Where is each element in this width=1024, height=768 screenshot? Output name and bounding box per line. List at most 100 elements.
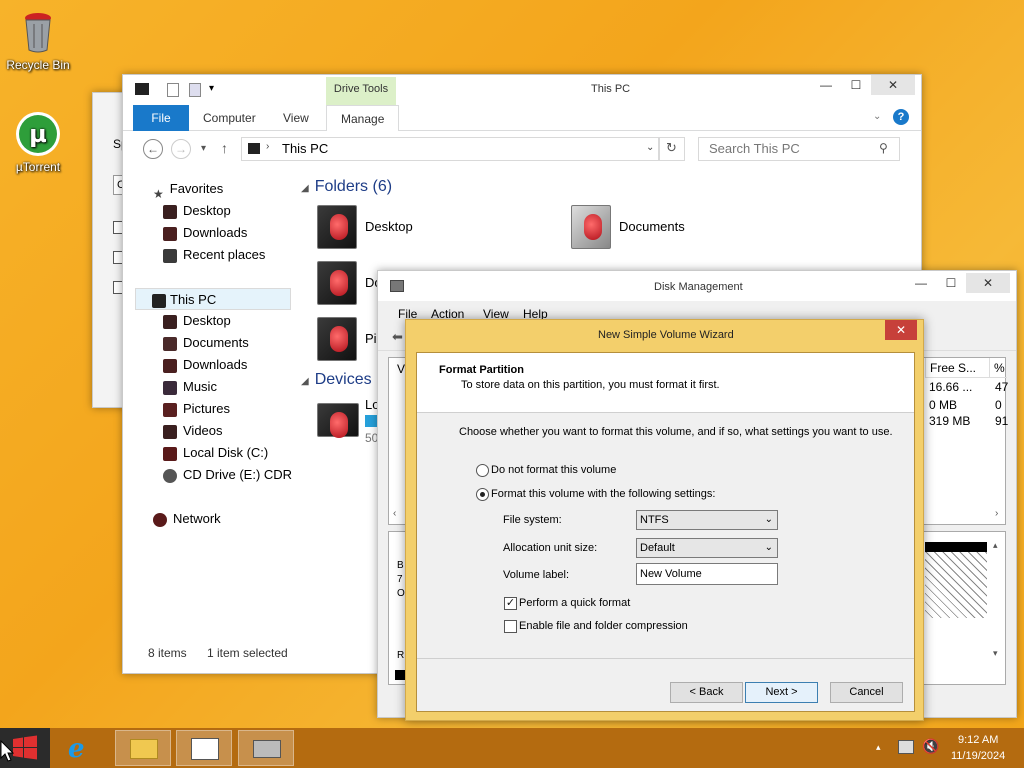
row-free-space: 0 MB bbox=[929, 398, 958, 412]
desktop-icon-recycle-bin[interactable]: Recycle Bin bbox=[0, 8, 78, 72]
minimize-button[interactable]: — bbox=[811, 75, 841, 95]
compression-label[interactable]: Enable file and folder compression bbox=[519, 620, 688, 632]
new-folder-icon[interactable] bbox=[189, 83, 201, 97]
folders-heading[interactable]: ◢ Folders (6) bbox=[301, 178, 392, 196]
search-icon[interactable]: ⚲ bbox=[879, 141, 888, 155]
forward-icon[interactable]: → bbox=[171, 139, 191, 159]
status-selected: 1 item selected bbox=[207, 646, 288, 660]
nav-item-label: Pictures bbox=[183, 401, 230, 416]
nav-pc-music[interactable]: Music bbox=[163, 376, 217, 398]
close-button[interactable]: ✕ bbox=[966, 273, 1010, 293]
search-box[interactable]: Search This PC ⚲ bbox=[698, 137, 900, 161]
nav-pc-downloads[interactable]: Downloads bbox=[163, 354, 247, 376]
column-header-free-space[interactable]: Free S... bbox=[925, 358, 989, 378]
documents-icon bbox=[163, 336, 177, 351]
scroll-left-icon[interactable]: ‹ bbox=[393, 508, 396, 519]
help-icon[interactable]: ? bbox=[893, 109, 909, 125]
nav-this-pc[interactable]: This PC bbox=[135, 288, 291, 310]
radio-format-volume[interactable] bbox=[476, 488, 489, 501]
legend-swatch bbox=[395, 670, 405, 680]
scroll-up-icon[interactable]: ▴ bbox=[993, 540, 998, 551]
nav-pc-local-disk[interactable]: Local Disk (C:) bbox=[163, 442, 268, 464]
column-header-percent-free[interactable]: % bbox=[989, 358, 1007, 378]
disk-management-title: Disk Management bbox=[654, 281, 743, 293]
ribbon-expand-icon[interactable]: ⌄ bbox=[873, 111, 881, 122]
explorer-titlebar[interactable]: ▾ Drive Tools This PC — ☐ ✕ bbox=[123, 75, 921, 127]
recent-locations-icon[interactable]: ▾ bbox=[201, 143, 206, 154]
videos-icon bbox=[163, 424, 177, 439]
nav-pc-documents[interactable]: Documents bbox=[163, 332, 249, 354]
radio-format-volume-label[interactable]: Format this volume with the following se… bbox=[491, 488, 715, 500]
taskbar-app-window[interactable] bbox=[176, 730, 232, 766]
nav-pc-pictures[interactable]: Pictures bbox=[163, 398, 230, 420]
next-button[interactable]: Next > bbox=[745, 682, 818, 703]
minimize-button[interactable]: — bbox=[906, 273, 936, 293]
back-button[interactable]: < Back bbox=[670, 682, 743, 703]
nav-pc-videos[interactable]: Videos bbox=[163, 420, 223, 442]
internet-explorer-icon: e bbox=[68, 734, 85, 764]
action-center-icon[interactable] bbox=[898, 740, 914, 754]
column-header-volume[interactable]: V bbox=[397, 362, 405, 376]
up-icon[interactable]: ↑ bbox=[221, 140, 228, 156]
chevron-down-icon: ⌄ bbox=[764, 542, 773, 553]
address-dropdown-icon[interactable]: ⌄ bbox=[646, 142, 654, 153]
scroll-right-icon[interactable]: › bbox=[995, 508, 998, 519]
taskbar-internet-explorer[interactable]: e bbox=[54, 730, 110, 766]
close-button[interactable]: ✕ bbox=[871, 75, 915, 95]
wizard-close-button[interactable]: ✕ bbox=[885, 320, 917, 340]
taskbar-disk-management[interactable] bbox=[238, 730, 294, 766]
radio-do-not-format[interactable] bbox=[476, 464, 489, 477]
unallocated-partition[interactable] bbox=[925, 542, 987, 618]
back-icon[interactable]: ← bbox=[143, 139, 163, 159]
cancel-button[interactable]: Cancel bbox=[830, 682, 903, 703]
radio-do-not-format-label[interactable]: Do not format this volume bbox=[491, 464, 616, 476]
address-bar[interactable]: › This PC ⌄ bbox=[241, 137, 659, 161]
tab-view[interactable]: View bbox=[269, 105, 323, 131]
nav-item-label: Videos bbox=[183, 423, 223, 438]
quick-format-checkbox[interactable]: ✓ bbox=[504, 597, 517, 610]
back-icon[interactable]: ⬅ bbox=[392, 329, 403, 345]
downloads-icon bbox=[163, 358, 177, 373]
refresh-button[interactable]: ↻ bbox=[659, 137, 685, 161]
tab-manage[interactable]: Manage bbox=[326, 105, 400, 131]
clock-time[interactable]: 9:12 AM bbox=[958, 734, 998, 746]
devices-heading[interactable]: ◢ Devices bbox=[301, 371, 372, 389]
status-item-count: 8 items bbox=[148, 646, 187, 660]
drive-icon bbox=[163, 446, 177, 461]
new-simple-volume-wizard[interactable]: New Simple Volume Wizard ✕ Format Partit… bbox=[405, 319, 924, 721]
nav-item-label: Downloads bbox=[183, 225, 248, 240]
chevron-down-icon: ⌄ bbox=[764, 514, 773, 525]
allocation-unit-select[interactable]: Default ⌄ bbox=[636, 538, 778, 558]
clock-date[interactable]: 11/19/2024 bbox=[951, 750, 1005, 762]
nav-favorites[interactable]: ★ Favorites bbox=[153, 178, 224, 201]
compression-checkbox[interactable] bbox=[504, 620, 517, 633]
show-hidden-icons-icon[interactable]: ▴ bbox=[876, 742, 881, 753]
desktop-icon-utorrent[interactable]: µ µTorrent bbox=[0, 110, 78, 174]
taskbar-file-explorer[interactable] bbox=[115, 730, 171, 766]
volume-muted-icon[interactable]: 🔇 bbox=[922, 738, 939, 755]
nav-item-downloads[interactable]: Downloads bbox=[163, 222, 247, 244]
folder-tile-desktop[interactable]: Desktop bbox=[317, 205, 557, 253]
file-system-select[interactable]: NTFS ⌄ bbox=[636, 510, 778, 530]
properties-icon[interactable] bbox=[167, 83, 179, 97]
nav-item-recent-places[interactable]: Recent places bbox=[163, 244, 265, 266]
volume-label-input[interactable]: New Volume bbox=[636, 563, 778, 585]
quick-access-dropdown-icon[interactable]: ▾ bbox=[209, 83, 214, 94]
maximize-button[interactable]: ☐ bbox=[936, 273, 966, 293]
quick-format-label[interactable]: Perform a quick format bbox=[519, 597, 630, 609]
tab-computer[interactable]: Computer bbox=[189, 105, 270, 131]
maximize-button[interactable]: ☐ bbox=[841, 75, 871, 95]
desktop-icon-label: µTorrent bbox=[15, 160, 61, 174]
scroll-down-icon[interactable]: ▾ bbox=[993, 648, 998, 659]
nav-pc-desktop[interactable]: Desktop bbox=[163, 310, 231, 332]
nav-item-label: Local Disk (C:) bbox=[183, 445, 269, 460]
nav-item-desktop[interactable]: Desktop bbox=[163, 200, 231, 222]
disk-management-titlebar[interactable]: Disk Management — ☐ ✕ bbox=[378, 271, 1016, 301]
nav-item-label: Desktop bbox=[183, 313, 231, 328]
tab-file[interactable]: File bbox=[133, 105, 189, 131]
nav-pc-cd-drive[interactable]: CD Drive (E:) CDR bbox=[163, 464, 292, 486]
folder-tile-documents[interactable]: Documents bbox=[571, 205, 811, 253]
nav-network[interactable]: Network bbox=[153, 508, 221, 530]
nav-favorites-label: Favorites bbox=[169, 181, 224, 196]
collapse-icon: ◢ bbox=[301, 376, 309, 387]
